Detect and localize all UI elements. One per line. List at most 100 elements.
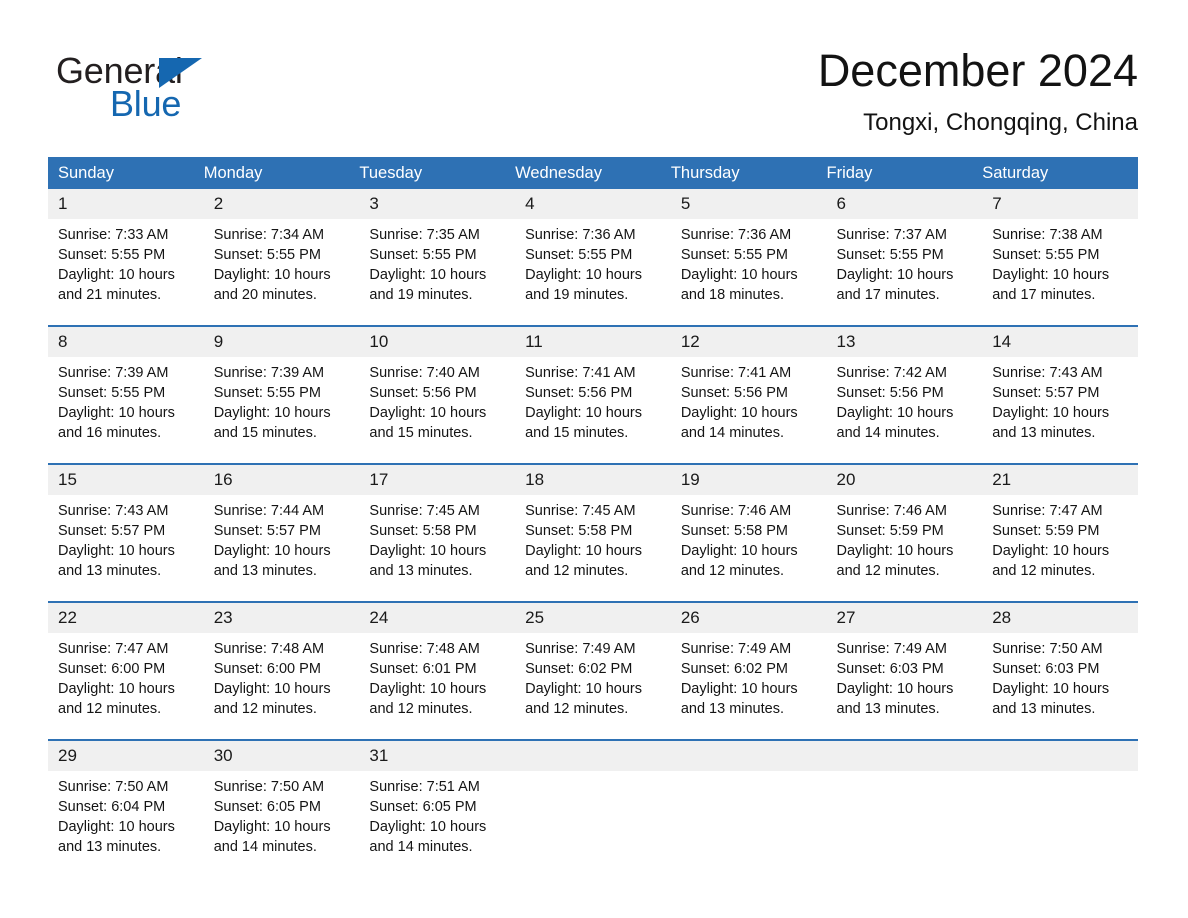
day-cell[interactable]: Sunrise: 7:46 AM Sunset: 5:59 PM Daylight:… (826, 495, 983, 602)
page-title: December 2024 (817, 45, 1138, 96)
day-number[interactable]: 14 (982, 325, 1138, 357)
general-blue-logo[interactable]: General Blue (56, 50, 306, 130)
day-number[interactable]: 11 (515, 325, 671, 357)
day-number[interactable]: 28 (982, 601, 1138, 633)
daylight-text-line2: and 13 minutes. (213, 563, 317, 579)
day-cell[interactable]: Sunrise: 7:37 AM Sunset: 5:55 PM Daylight:… (826, 219, 983, 326)
daylight-text-line2: and 19 minutes. (369, 287, 473, 303)
day-cell[interactable]: Sunrise: 7:50 AM Sunset: 6:03 PM Daylight:… (982, 633, 1138, 740)
day-number[interactable]: 18 (515, 463, 671, 495)
day-number[interactable]: 8 (48, 325, 204, 357)
daylight-text-line2: and 12 minutes. (369, 701, 473, 717)
sunrise-text: Sunrise: 7:48 AM (369, 641, 480, 657)
weekday-header-tuesday: Tuesday (359, 157, 516, 189)
day-cell[interactable]: Sunrise: 7:34 AM Sunset: 5:55 PM Daylight:… (203, 219, 360, 326)
day-number[interactable]: 23 (203, 601, 360, 633)
daylight-text-line2: and 18 minutes. (680, 287, 784, 303)
day-number[interactable]: 7 (982, 189, 1138, 219)
daylight-text-line1: Daylight: 10 hours (525, 681, 642, 697)
sunrise-text: Sunrise: 7:46 AM (836, 503, 947, 519)
day-cell[interactable]: Sunrise: 7:43 AM Sunset: 5:57 PM Daylight:… (982, 357, 1138, 464)
day-cell[interactable]: Sunrise: 7:48 AM Sunset: 6:01 PM Daylight:… (359, 633, 516, 740)
day-cell[interactable]: Sunrise: 7:49 AM Sunset: 6:02 PM Daylight:… (670, 633, 827, 740)
day-number[interactable]: 25 (515, 601, 671, 633)
day-cell[interactable]: Sunrise: 7:47 AM Sunset: 5:59 PM Daylight:… (982, 495, 1138, 602)
day-number[interactable]: 1 (48, 189, 204, 219)
sunrise-text: Sunrise: 7:45 AM (369, 503, 480, 519)
day-cell[interactable]: Sunrise: 7:35 AM Sunset: 5:55 PM Daylight:… (359, 219, 516, 326)
day-number[interactable]: 5 (670, 189, 827, 219)
weekday-header-saturday: Saturday (982, 157, 1138, 189)
day-number[interactable]: 13 (826, 325, 983, 357)
day-number[interactable]: 27 (826, 601, 983, 633)
day-cell[interactable]: Sunrise: 7:40 AM Sunset: 5:56 PM Daylight:… (359, 357, 516, 464)
day-number[interactable]: 21 (982, 463, 1138, 495)
week-detail-row: Sunrise: 7:47 AM Sunset: 6:00 PM Daylight:… (48, 633, 1138, 740)
day-cell[interactable]: Sunrise: 7:39 AM Sunset: 5:55 PM Daylight:… (203, 357, 360, 464)
calendar-header-row: Sunday Monday Tuesday Wednesday Thursday… (48, 157, 1138, 189)
day-cell[interactable]: Sunrise: 7:50 AM Sunset: 6:05 PM Daylight:… (203, 771, 360, 877)
day-number[interactable]: 3 (359, 189, 516, 219)
daylight-text-line1: Daylight: 10 hours (58, 405, 175, 421)
day-cell[interactable]: Sunrise: 7:45 AM Sunset: 5:58 PM Daylight:… (359, 495, 516, 602)
day-cell[interactable]: Sunrise: 7:39 AM Sunset: 5:55 PM Daylight:… (48, 357, 204, 464)
day-cell[interactable]: Sunrise: 7:49 AM Sunset: 6:03 PM Daylight:… (826, 633, 983, 740)
day-cell[interactable]: Sunrise: 7:38 AM Sunset: 5:55 PM Daylight:… (982, 219, 1138, 326)
day-cell[interactable]: Sunrise: 7:36 AM Sunset: 5:55 PM Daylight:… (515, 219, 671, 326)
day-cell[interactable]: Sunrise: 7:43 AM Sunset: 5:57 PM Daylight:… (48, 495, 204, 602)
title-block: December 2024 Tongxi, Chongqing, China (818, 44, 1138, 138)
day-number[interactable]: 31 (359, 739, 516, 771)
day-cell[interactable]: Sunrise: 7:44 AM Sunset: 5:57 PM Daylight:… (203, 495, 360, 602)
sunset-text: Sunset: 5:55 PM (213, 247, 321, 263)
day-cell[interactable]: Sunrise: 7:41 AM Sunset: 5:56 PM Daylight:… (670, 357, 827, 464)
sunset-text: Sunset: 5:57 PM (213, 523, 321, 539)
day-number[interactable]: 4 (515, 189, 671, 219)
week-detail-row: Sunrise: 7:43 AM Sunset: 5:57 PM Daylight:… (48, 495, 1138, 602)
day-cell[interactable]: Sunrise: 7:46 AM Sunset: 5:58 PM Daylight:… (670, 495, 827, 602)
daylight-text-line1: Daylight: 10 hours (369, 681, 487, 697)
sunset-text: Sunset: 5:55 PM (836, 247, 944, 263)
day-number[interactable]: 9 (203, 325, 360, 357)
daylight-text-line1: Daylight: 10 hours (680, 681, 798, 697)
day-number[interactable]: 30 (203, 739, 360, 771)
day-cell[interactable]: Sunrise: 7:47 AM Sunset: 6:00 PM Daylight:… (48, 633, 204, 740)
sunrise-text: Sunrise: 7:44 AM (213, 503, 325, 519)
day-cell[interactable]: Sunrise: 7:33 AM Sunset: 5:55 PM Daylight:… (48, 219, 204, 326)
day-number[interactable]: 17 (359, 463, 516, 495)
sunrise-text: Sunrise: 7:48 AM (213, 641, 325, 657)
day-number[interactable]: 16 (203, 463, 360, 495)
sunrise-text: Sunrise: 7:38 AM (992, 227, 1103, 243)
day-cell[interactable]: Sunrise: 7:50 AM Sunset: 6:04 PM Daylight:… (48, 771, 204, 877)
day-number[interactable]: 19 (670, 463, 827, 495)
daylight-text-line1: Daylight: 10 hours (836, 405, 954, 421)
day-number[interactable]: 6 (826, 189, 983, 219)
sunrise-text: Sunrise: 7:49 AM (680, 641, 792, 657)
day-number[interactable]: 15 (48, 463, 204, 495)
daylight-text-line1: Daylight: 10 hours (836, 681, 954, 697)
day-cell[interactable]: Sunrise: 7:45 AM Sunset: 5:58 PM Daylight:… (515, 495, 671, 602)
sunrise-text: Sunrise: 7:50 AM (213, 779, 325, 795)
sunrise-text: Sunrise: 7:34 AM (213, 227, 325, 243)
day-number[interactable]: 2 (203, 189, 360, 219)
sunset-text: Sunset: 6:04 PM (58, 799, 166, 815)
day-number[interactable]: 26 (670, 601, 827, 633)
day-cell[interactable]: Sunrise: 7:42 AM Sunset: 5:56 PM Daylight:… (826, 357, 983, 464)
week-daynumber-row: 8 9 10 11 12 13 14 (48, 325, 1138, 357)
day-number-empty (982, 739, 1138, 771)
day-cell[interactable]: Sunrise: 7:48 AM Sunset: 6:00 PM Daylight:… (203, 633, 360, 740)
day-number[interactable]: 24 (359, 601, 516, 633)
sunrise-text: Sunrise: 7:40 AM (369, 365, 480, 381)
week-detail-row: Sunrise: 7:33 AM Sunset: 5:55 PM Daylight:… (48, 219, 1138, 326)
day-number[interactable]: 29 (48, 739, 204, 771)
day-number-empty (515, 739, 671, 771)
daylight-text-line1: Daylight: 10 hours (213, 819, 331, 835)
day-number[interactable]: 22 (48, 601, 204, 633)
day-cell[interactable]: Sunrise: 7:49 AM Sunset: 6:02 PM Daylight:… (515, 633, 671, 740)
day-cell[interactable]: Sunrise: 7:36 AM Sunset: 5:55 PM Daylight:… (670, 219, 827, 326)
day-number[interactable]: 10 (359, 325, 516, 357)
day-number[interactable]: 20 (826, 463, 983, 495)
day-cell[interactable]: Sunrise: 7:41 AM Sunset: 5:56 PM Daylight:… (515, 357, 671, 464)
day-cell[interactable]: Sunrise: 7:51 AM Sunset: 6:05 PM Daylight:… (359, 771, 516, 877)
day-number[interactable]: 12 (670, 325, 827, 357)
logo-text-blue: Blue (110, 83, 182, 124)
